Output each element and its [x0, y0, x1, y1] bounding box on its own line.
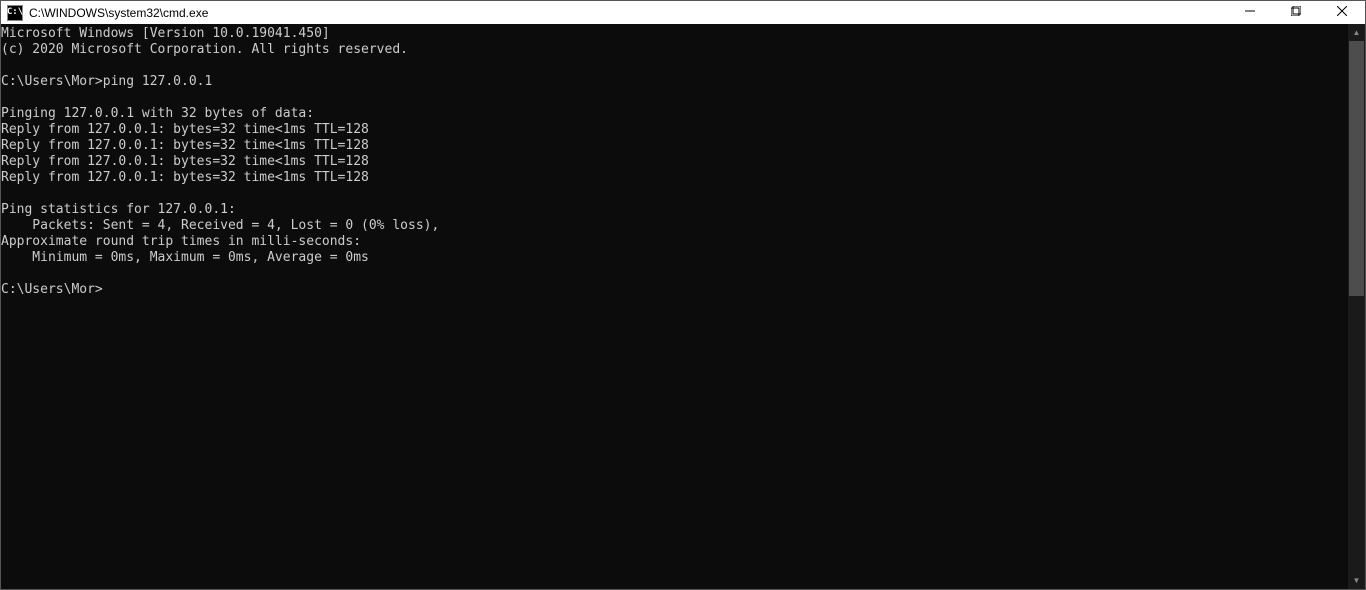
minimize-button[interactable]	[1227, 1, 1273, 24]
maximize-button[interactable]	[1273, 1, 1319, 24]
terminal-area: Microsoft Windows [Version 10.0.19041.45…	[1, 24, 1365, 589]
scroll-thumb[interactable]	[1349, 41, 1364, 296]
cmd-window: C:\ C:\WINDOWS\system32\cmd.exe	[0, 0, 1366, 590]
close-button[interactable]	[1319, 1, 1365, 24]
close-icon	[1337, 6, 1347, 19]
scrollbar[interactable]: ▲ ▼	[1348, 24, 1365, 589]
scroll-down-arrow[interactable]: ▼	[1348, 572, 1365, 589]
maximize-icon	[1291, 6, 1301, 19]
cmd-icon: C:\	[7, 5, 23, 21]
titlebar[interactable]: C:\ C:\WINDOWS\system32\cmd.exe	[1, 1, 1365, 24]
window-title: C:\WINDOWS\system32\cmd.exe	[29, 6, 208, 20]
minimize-icon	[1245, 6, 1255, 19]
scroll-up-arrow[interactable]: ▲	[1348, 24, 1365, 41]
terminal-output[interactable]: Microsoft Windows [Version 10.0.19041.45…	[1, 24, 1348, 589]
window-controls	[1227, 1, 1365, 24]
chevron-up-icon: ▲	[1353, 28, 1361, 37]
chevron-down-icon: ▼	[1353, 576, 1361, 585]
